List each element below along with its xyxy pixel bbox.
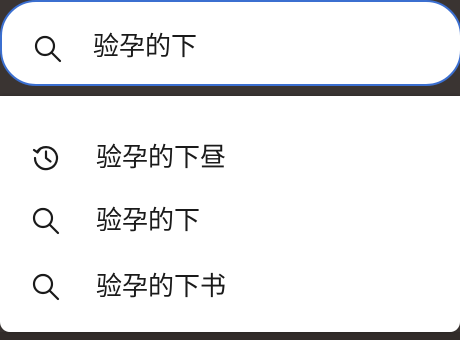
search-icon [31, 272, 61, 302]
background-strip [0, 332, 460, 340]
suggestion-list: 验孕的下昼 验孕的下 验孕的下书 [0, 96, 460, 332]
suggestion-label: 验孕的下书 [96, 272, 227, 302]
search-input[interactable]: 验孕的下 [93, 27, 197, 67]
history-icon [31, 143, 61, 173]
suggestion-item[interactable]: 验孕的下 [0, 191, 460, 251]
suggestion-label: 验孕的下昼 [96, 143, 227, 173]
search-box[interactable]: 验孕的下 [0, 0, 460, 86]
suggestion-label: 验孕的下 [96, 206, 201, 236]
search-icon [33, 34, 63, 64]
suggestion-item-history[interactable]: 验孕的下昼 [0, 128, 460, 188]
search-icon [31, 206, 61, 236]
suggestion-item[interactable]: 验孕的下书 [0, 257, 460, 317]
